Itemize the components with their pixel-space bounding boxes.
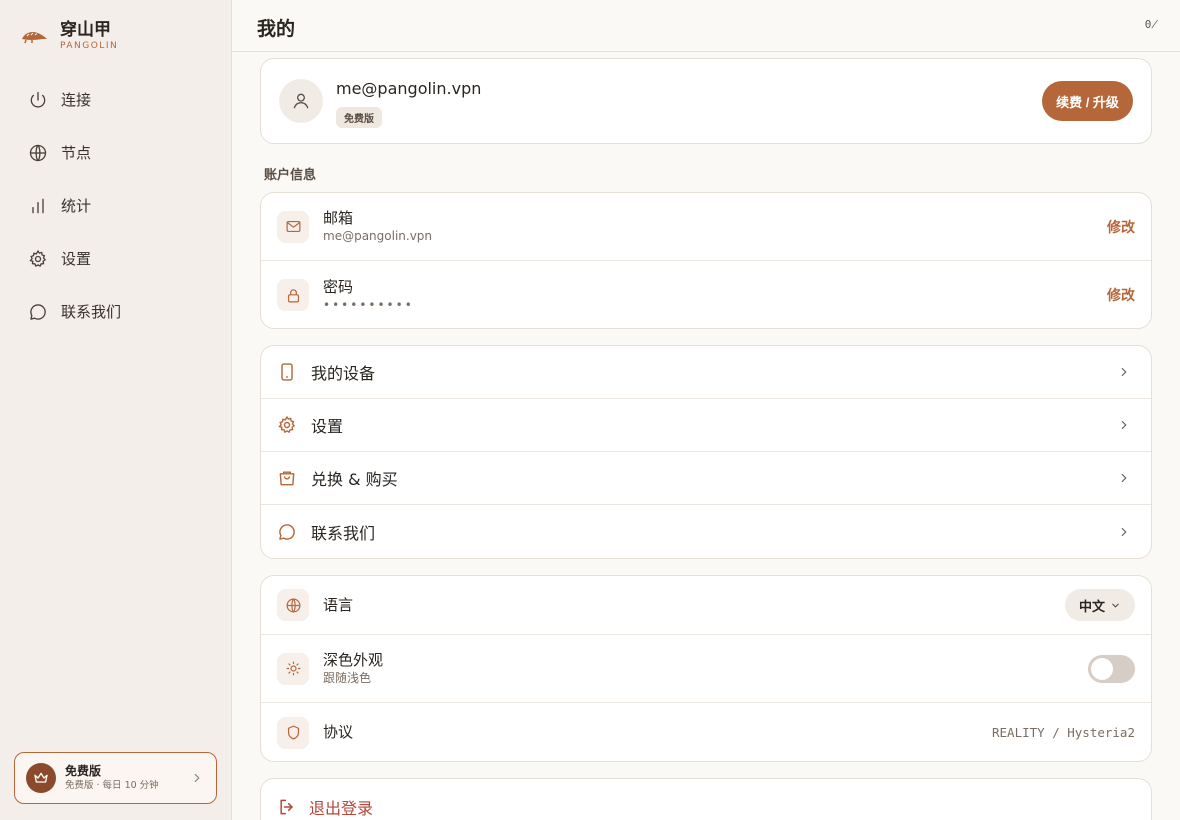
- protocol-title: 协议: [323, 723, 354, 741]
- chat-icon: [279, 523, 295, 540]
- language-row: 语言 中文: [261, 576, 1151, 635]
- menu-item-devices[interactable]: 我的设备: [261, 346, 1151, 399]
- dark-mode-row: 深色外观 跟随浅色: [261, 635, 1151, 703]
- password-row: 密码 •••••••••• 修改: [261, 261, 1151, 328]
- protocol-value: REALITY / Hysteria2: [992, 725, 1135, 740]
- user-icon: [293, 93, 309, 109]
- sidebar-item-label: 设置: [61, 250, 92, 268]
- menu-item-label: 我的设备: [311, 364, 376, 383]
- sidebar-nav: 连接 节点 统计 设置 联系我们: [14, 73, 218, 338]
- dark-mode-subtitle: 跟随浅色: [323, 671, 372, 685]
- profile-email: me@pangolin.vpn: [336, 79, 482, 98]
- logout-label: 退出登录: [309, 799, 374, 818]
- phone-icon: [281, 363, 293, 381]
- globe-icon: [277, 589, 309, 621]
- dark-mode-toggle[interactable]: [1088, 654, 1135, 683]
- toggle-knob: [1091, 657, 1113, 680]
- crown-icon: [26, 763, 56, 793]
- logout-icon: [280, 799, 293, 815]
- brand[interactable]: 穿山甲 PANGOLIN: [20, 20, 118, 52]
- menu-item-contact[interactable]: 联系我们: [261, 505, 1151, 558]
- chevron-right-icon: [1121, 527, 1127, 536]
- lock-icon: [277, 279, 309, 311]
- language-value: 中文: [1078, 599, 1105, 615]
- plan-badge: 免费版: [336, 107, 382, 128]
- logout-button[interactable]: 退出登录: [261, 779, 1151, 820]
- upgrade-button[interactable]: 续费 / 升级: [1042, 81, 1133, 121]
- sidebar: 穿山甲 PANGOLIN 连接 节点 统计 设置 联系我们 免费版 免费版 · …: [0, 0, 232, 820]
- sidebar-item-label: 连接: [61, 91, 92, 109]
- sidebar-item-label: 联系我们: [61, 303, 122, 321]
- profile-card: me@pangolin.vpn 免费版 续费 / 升级: [260, 58, 1152, 144]
- menu-item-label: 设置: [311, 417, 344, 436]
- status-glyph: 0̸: [1144, 18, 1158, 31]
- password-title: 密码: [323, 277, 354, 296]
- chevron-right-icon: [1121, 367, 1127, 377]
- top-bar: 我的 0̸: [232, 0, 1180, 52]
- brand-name: 穿山甲: [60, 20, 111, 40]
- email-title: 邮箱: [323, 209, 354, 227]
- language-title: 语言: [323, 595, 354, 614]
- avatar: [279, 79, 323, 123]
- chevron-right-icon: [1121, 473, 1127, 483]
- shopping-bag-icon: [279, 471, 295, 486]
- sidebar-item-label: 统计: [61, 197, 92, 215]
- edit-password-button[interactable]: 修改: [1107, 285, 1135, 305]
- chevron-right-icon: [1121, 420, 1127, 430]
- email-row: 邮箱 me@pangolin.vpn 修改: [261, 193, 1151, 261]
- menu-card: 我的设备 设置 兑换 & 购买 联系我们: [260, 345, 1152, 559]
- chevron-down-icon: [1112, 603, 1119, 608]
- brand-subtitle: PANGOLIN: [60, 41, 119, 51]
- dark-mode-title: 深色外观: [323, 651, 384, 669]
- menu-item-redeem[interactable]: 兑换 & 购买: [261, 452, 1151, 505]
- sidebar-item-label: 节点: [61, 144, 92, 162]
- password-value: ••••••••••: [323, 297, 414, 312]
- language-select[interactable]: 中文: [1065, 589, 1135, 621]
- bar-chart-icon: [32, 198, 44, 213]
- plan-subtitle: 免费版 · 每日 10 分钟: [65, 779, 159, 791]
- pangolin-logo-icon: [22, 31, 47, 44]
- preferences-card: 语言 中文 深色外观 跟随浅色 协议 REALITY / Hysteria2: [260, 575, 1152, 762]
- sidebar-item-connect[interactable]: 连接: [14, 73, 218, 126]
- page-title: 我的: [257, 18, 296, 40]
- email-value: me@pangolin.vpn: [323, 229, 433, 243]
- gear-icon: [29, 249, 47, 267]
- menu-item-label: 联系我们: [311, 523, 376, 543]
- chat-icon: [30, 303, 46, 320]
- edit-email-button[interactable]: 修改: [1107, 217, 1135, 237]
- shield-icon: [277, 716, 309, 749]
- menu-item-label: 兑换 & 购买: [311, 470, 398, 489]
- gear-icon: [278, 415, 296, 434]
- plan-card[interactable]: 免费版 免费版 · 每日 10 分钟: [14, 752, 217, 804]
- power-icon: [30, 91, 46, 108]
- sun-icon: [277, 652, 309, 685]
- globe-icon: [29, 144, 47, 161]
- logout-card[interactable]: 退出登录: [260, 778, 1152, 820]
- sidebar-item-stats[interactable]: 统计: [14, 179, 218, 232]
- section-label-account: 账户信息: [264, 168, 317, 183]
- protocol-row: 协议 REALITY / Hysteria2: [261, 703, 1151, 761]
- chevron-right-icon: [194, 773, 200, 783]
- sidebar-item-nodes[interactable]: 节点: [14, 126, 218, 179]
- account-card: 邮箱 me@pangolin.vpn 修改 密码 •••••••••• 修改: [260, 192, 1152, 329]
- mail-icon: [277, 210, 309, 243]
- menu-item-settings[interactable]: 设置: [261, 399, 1151, 452]
- sidebar-item-contact[interactable]: 联系我们: [14, 285, 218, 338]
- plan-title: 免费版: [65, 763, 102, 778]
- sidebar-item-settings[interactable]: 设置: [14, 232, 218, 285]
